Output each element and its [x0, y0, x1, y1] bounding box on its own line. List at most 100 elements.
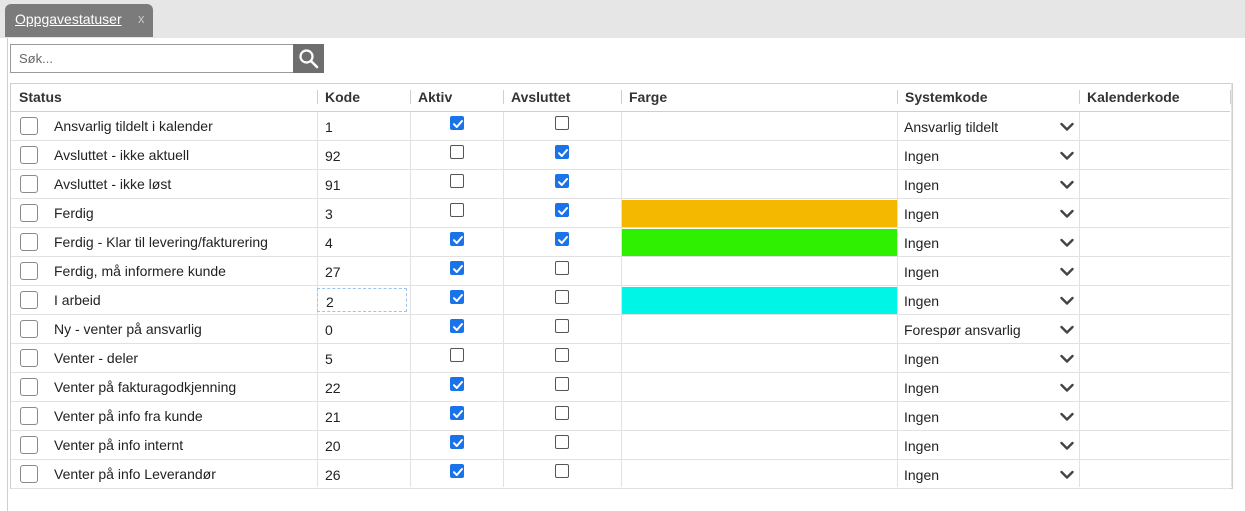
avsluttet-checkbox[interactable]	[555, 232, 569, 246]
chevron-down-icon[interactable]	[1060, 206, 1074, 222]
row-select-checkbox[interactable]	[20, 436, 38, 454]
avsluttet-checkbox[interactable]	[555, 464, 569, 478]
row-select-checkbox[interactable]	[20, 262, 38, 280]
systemkode-select-value[interactable]: Ingen	[904, 380, 939, 396]
scrollbar-track[interactable]	[1231, 83, 1232, 487]
table-row[interactable]: Ferdig - Klar til levering/fakturering 4 I…	[11, 228, 1230, 257]
status-name: Ferdig - Klar til levering/fakturering	[54, 234, 268, 250]
avsluttet-checkbox[interactable]	[555, 348, 569, 362]
tab-close-icon[interactable]: x	[138, 11, 145, 26]
column-header-aktiv[interactable]: Aktiv	[410, 84, 503, 110]
color-swatch[interactable]	[622, 200, 897, 227]
aktiv-checkbox[interactable]	[450, 435, 464, 449]
table-row[interactable]: Ferdig 3 Ingen	[11, 199, 1230, 228]
column-header-status[interactable]: Status	[11, 84, 317, 110]
chevron-down-icon[interactable]	[1060, 438, 1074, 454]
systemkode-select-value[interactable]: Ingen	[904, 351, 939, 367]
systemkode-select-value[interactable]: Ingen	[904, 177, 939, 193]
table-row[interactable]: I arbeid 2 Ingen	[11, 286, 1230, 315]
avsluttet-checkbox[interactable]	[555, 203, 569, 217]
column-header-systemkode[interactable]: Systemkode	[897, 84, 1079, 110]
aktiv-checkbox[interactable]	[450, 348, 464, 362]
chevron-down-icon[interactable]	[1060, 177, 1074, 193]
row-select-checkbox[interactable]	[20, 465, 38, 483]
color-swatch[interactable]	[622, 229, 897, 256]
column-header-kalenderkode[interactable]: Kalenderkode	[1079, 84, 1230, 110]
table-row[interactable]: Venter - deler 5 Ingen	[11, 344, 1230, 373]
systemkode-select-value[interactable]: Ingen	[904, 409, 939, 425]
systemkode-select-value[interactable]: Ingen	[904, 148, 939, 164]
row-select-checkbox[interactable]	[20, 175, 38, 193]
avsluttet-checkbox[interactable]	[555, 377, 569, 391]
aktiv-checkbox[interactable]	[450, 406, 464, 420]
avsluttet-checkbox[interactable]	[555, 261, 569, 275]
aktiv-checkbox[interactable]	[450, 145, 464, 159]
row-select-checkbox[interactable]	[20, 291, 38, 309]
row-select-checkbox[interactable]	[20, 320, 38, 338]
aktiv-checkbox[interactable]	[450, 116, 464, 130]
chevron-down-icon[interactable]	[1060, 235, 1074, 251]
table-row[interactable]: Ny - venter på ansvarlig 0 Forespør ansvar…	[11, 315, 1230, 344]
search-button[interactable]	[293, 44, 324, 73]
status-table: Status Kode Aktiv Avsluttet Farge System…	[10, 83, 1233, 489]
avsluttet-checkbox[interactable]	[555, 406, 569, 420]
aktiv-checkbox[interactable]	[450, 319, 464, 333]
tab-oppgavestatuser[interactable]: Oppgavestatuser x	[5, 4, 153, 37]
chevron-down-icon[interactable]	[1060, 264, 1074, 280]
color-swatch[interactable]	[622, 287, 897, 314]
chevron-down-icon[interactable]	[1060, 322, 1074, 338]
systemkode-select-value[interactable]: Ingen	[904, 467, 939, 483]
table-row[interactable]: Ferdig, må informere kunde 27 Ingen	[11, 257, 1230, 286]
table-row[interactable]: Avsluttet - ikke aktuell 92 Ingen	[11, 141, 1230, 170]
chevron-down-icon[interactable]	[1060, 148, 1074, 164]
row-select-checkbox[interactable]	[20, 378, 38, 396]
row-select-checkbox[interactable]	[20, 117, 38, 135]
aktiv-checkbox[interactable]	[450, 464, 464, 478]
status-name: Avsluttet - ikke løst	[54, 176, 172, 192]
systemkode-select-value[interactable]: Ingen	[904, 206, 939, 222]
systemkode-select-value[interactable]: Ingen	[904, 293, 939, 309]
search-input[interactable]	[10, 44, 293, 73]
kode-value: 21	[325, 409, 341, 425]
systemkode-select-value[interactable]: Ansvarlig tildelt	[904, 119, 998, 135]
chevron-down-icon[interactable]	[1060, 351, 1074, 367]
aktiv-checkbox[interactable]	[450, 203, 464, 217]
header-separator	[317, 90, 318, 104]
row-select-checkbox[interactable]	[20, 204, 38, 222]
column-header-kode[interactable]: Kode	[317, 84, 410, 110]
systemkode-select-value[interactable]: Ingen	[904, 264, 939, 280]
systemkode-select-value[interactable]: Forespør ansvarlig	[904, 322, 1021, 338]
row-select-checkbox[interactable]	[20, 349, 38, 367]
systemkode-select-value[interactable]: Ingen	[904, 235, 939, 251]
aktiv-checkbox[interactable]	[450, 290, 464, 304]
avsluttet-checkbox[interactable]	[555, 145, 569, 159]
table-row[interactable]: Venter på info Leverandør 26 Ingen	[11, 460, 1230, 489]
chevron-down-icon[interactable]	[1060, 380, 1074, 396]
table-row[interactable]: Ansvarlig tildelt i kalender 1 Ansvarlig t…	[11, 112, 1230, 141]
avsluttet-checkbox[interactable]	[555, 319, 569, 333]
aktiv-checkbox[interactable]	[450, 174, 464, 188]
chevron-down-icon[interactable]	[1060, 409, 1074, 425]
chevron-down-icon[interactable]	[1060, 119, 1074, 135]
table-row[interactable]: Venter på info internt 20 Ingen	[11, 431, 1230, 460]
systemkode-select-value[interactable]: Ingen	[904, 438, 939, 454]
aktiv-checkbox[interactable]	[450, 377, 464, 391]
row-select-checkbox[interactable]	[20, 407, 38, 425]
aktiv-checkbox[interactable]	[450, 232, 464, 246]
avsluttet-checkbox[interactable]	[555, 116, 569, 130]
aktiv-checkbox[interactable]	[450, 261, 464, 275]
avsluttet-checkbox[interactable]	[555, 174, 569, 188]
kode-input[interactable]: 2	[317, 288, 407, 312]
row-select-checkbox[interactable]	[20, 233, 38, 251]
table-row[interactable]: Avsluttet - ikke løst 91 Ingen	[11, 170, 1230, 199]
column-header-avsluttet[interactable]: Avsluttet	[503, 84, 621, 110]
table-row[interactable]: Venter på fakturagodkjenning 22 Ingen	[11, 373, 1230, 402]
row-select-checkbox[interactable]	[20, 146, 38, 164]
avsluttet-checkbox[interactable]	[555, 290, 569, 304]
chevron-down-icon[interactable]	[1060, 293, 1074, 309]
column-header-farge[interactable]: Farge	[621, 84, 897, 110]
chevron-down-icon[interactable]	[1060, 467, 1074, 483]
tab-label[interactable]: Oppgavestatuser	[15, 11, 122, 27]
table-row[interactable]: Venter på info fra kunde 21 Ingen	[11, 402, 1230, 431]
avsluttet-checkbox[interactable]	[555, 435, 569, 449]
